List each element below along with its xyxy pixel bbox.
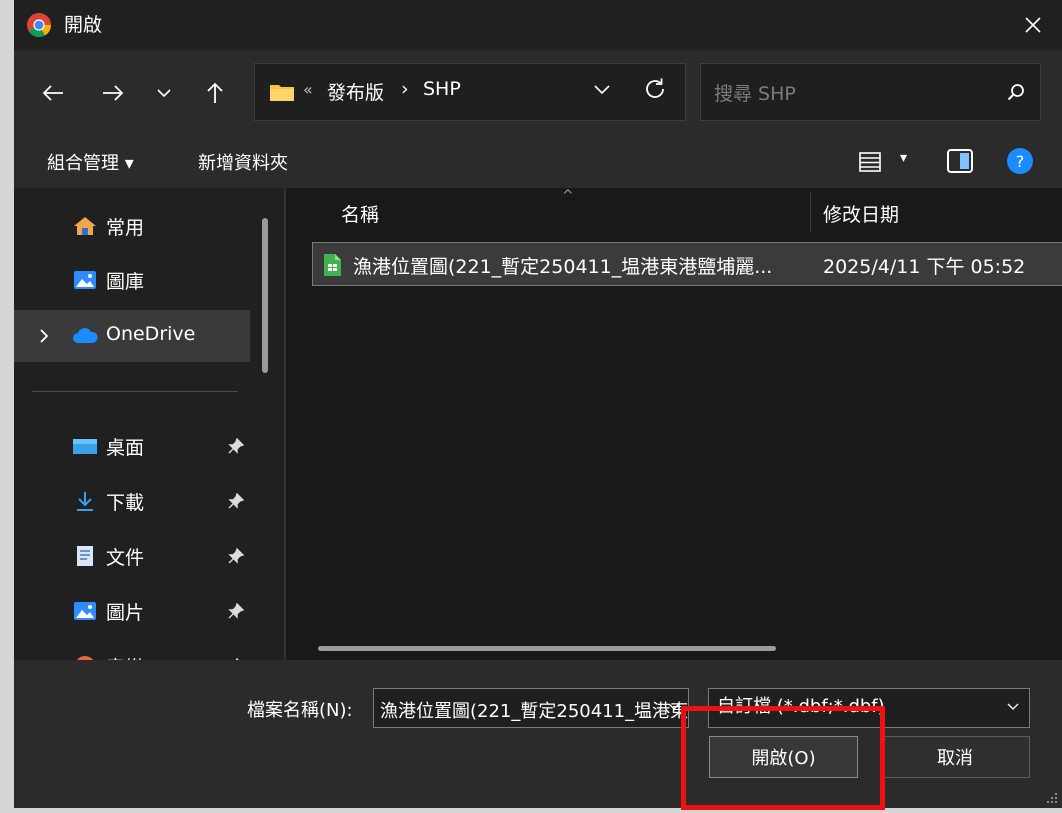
filename-label: 檔案名稱(N):: [247, 700, 353, 721]
chevron-down-icon: [157, 89, 171, 98]
sidebar-item-documents[interactable]: 文件: [14, 530, 250, 582]
sidebar-item-gallery[interactable]: 圖庫: [14, 254, 250, 306]
breadcrumb-segment-current[interactable]: SHP: [423, 78, 461, 100]
preview-pane-icon[interactable]: [946, 148, 974, 174]
chevron-down-icon[interactable]: [668, 703, 680, 711]
pin-icon[interactable]: [228, 493, 244, 509]
sidebar-item-label: OneDrive: [106, 323, 196, 345]
file-row[interactable]: 漁港位置圖(221_暫定250411_塭港東港鹽埔麗... 2025/4/11 …: [312, 242, 1062, 286]
pictures-icon: [74, 602, 96, 620]
column-divider[interactable]: [810, 192, 811, 232]
sidebar-item-onedrive[interactable]: OneDrive: [14, 310, 250, 362]
sidebar-item-label: 下載: [106, 492, 145, 514]
search-box[interactable]: 搜尋 SHP: [700, 63, 1041, 121]
back-button[interactable]: [38, 76, 68, 110]
close-icon: [1025, 17, 1041, 33]
sidebar-item-label: 音樂: [106, 653, 144, 660]
chevron-right-icon[interactable]: [38, 328, 50, 344]
file-list-horizontal-scrollbar[interactable]: [318, 646, 776, 651]
forward-arrow-icon: [103, 85, 124, 101]
dialog-footer: 檔案名稱(N): 漁港位置圖(221_暫定250411_塭港東港鹽埔麗 自訂檔 …: [14, 660, 1062, 808]
sort-ascending-icon: ^: [562, 188, 574, 204]
chevron-down-icon[interactable]: [1007, 703, 1019, 711]
sidebar-item-desktop[interactable]: 桌面: [14, 420, 250, 472]
view-options-caret[interactable]: ▾: [900, 150, 907, 166]
organize-menu[interactable]: 組合管理 ▾: [47, 149, 134, 175]
spreadsheet-file-icon: [324, 254, 341, 276]
refresh-icon: [646, 78, 664, 98]
breadcrumb-separator[interactable]: ›: [401, 78, 409, 100]
search-input[interactable]: 搜尋 SHP: [714, 79, 796, 106]
sidebar-item-downloads[interactable]: 下載: [14, 475, 250, 527]
sidebar-scrollbar-thumb[interactable]: [262, 218, 268, 373]
address-overflow[interactable]: «: [303, 80, 313, 99]
up-arrow-icon: [207, 82, 223, 103]
new-folder-button[interactable]: 新增資料夾: [198, 149, 288, 175]
pin-icon[interactable]: [228, 548, 244, 564]
view-list-icon[interactable]: [858, 150, 882, 174]
column-header-date-modified[interactable]: 修改日期: [823, 200, 899, 227]
sidebar-item-label: 桌面: [106, 437, 145, 459]
file-name[interactable]: 漁港位置圖(221_暫定250411_塭港東港鹽埔麗...: [353, 252, 772, 279]
download-icon: [77, 492, 93, 511]
back-arrow-icon: [42, 85, 63, 101]
sidebar-item-label: 圖庫: [106, 271, 145, 293]
chevron-down-icon[interactable]: [593, 84, 611, 96]
file-list[interactable]: ^ 名稱 修改日期 漁港位置圖(221_暫定250411_塭港東港鹽埔麗... …: [286, 188, 1062, 660]
forward-button[interactable]: [98, 76, 128, 110]
file-date-modified: 2025/4/11 下午 05:52: [823, 256, 1026, 278]
help-button[interactable]: ?: [1007, 148, 1033, 174]
breadcrumb-segment[interactable]: 發布版: [327, 78, 384, 105]
highlight-annotation-box: [681, 706, 885, 810]
sidebar-item-label: 常用: [106, 217, 145, 239]
onedrive-icon: [73, 328, 98, 343]
window-title: 開啟: [64, 14, 103, 36]
close-button[interactable]: [1004, 0, 1062, 50]
search-icon[interactable]: [1006, 82, 1026, 102]
folder-icon: [270, 85, 294, 101]
column-header-name[interactable]: 名稱: [341, 200, 379, 227]
home-icon: [74, 217, 96, 235]
chrome-icon: [27, 13, 51, 38]
sidebar-item-music[interactable]: 音樂: [14, 640, 250, 660]
sidebar-item-quick-access[interactable]: 常用: [14, 200, 250, 252]
recent-locations-button[interactable]: [152, 76, 176, 110]
column-header-row: ^ 名稱 修改日期: [286, 188, 1062, 234]
sidebar-item-pictures[interactable]: 圖片: [14, 585, 250, 637]
resize-grip-icon[interactable]: [1046, 792, 1058, 804]
navigation-pane[interactable]: 常用 圖庫 OneDrive 桌面 下載 文件 圖片: [14, 188, 284, 660]
command-toolbar: 組合管理 ▾ 新增資料夾 ▾ ?: [14, 136, 1062, 188]
cancel-button[interactable]: 取消: [880, 736, 1030, 778]
sidebar-divider: [32, 391, 238, 392]
title-bar: 開啟: [14, 0, 1062, 50]
desktop-icon: [73, 439, 97, 454]
filename-combobox[interactable]: 漁港位置圖(221_暫定250411_塭港東港鹽埔麗: [373, 688, 689, 728]
navigation-bar: « 發布版 › SHP 搜尋 SHP: [14, 50, 1062, 136]
up-button[interactable]: [200, 76, 230, 110]
pin-icon[interactable]: [228, 438, 244, 454]
help-icon: ?: [1015, 151, 1025, 171]
open-file-dialog: 開啟 « 發布版 › SHP 搜尋 SHP 組合管理 ▾ 新增資料夾 ▾ ? 常…: [14, 0, 1062, 808]
pin-icon[interactable]: [228, 603, 244, 619]
sidebar-item-label: 圖片: [106, 602, 145, 624]
refresh-button[interactable]: [642, 76, 668, 106]
sidebar-item-label: 文件: [106, 547, 145, 569]
documents-icon: [77, 546, 93, 566]
filename-input[interactable]: 漁港位置圖(221_暫定250411_塭港東港鹽埔麗: [380, 697, 688, 723]
address-bar[interactable]: « 發布版 › SHP: [254, 63, 686, 121]
gallery-icon: [74, 271, 96, 289]
